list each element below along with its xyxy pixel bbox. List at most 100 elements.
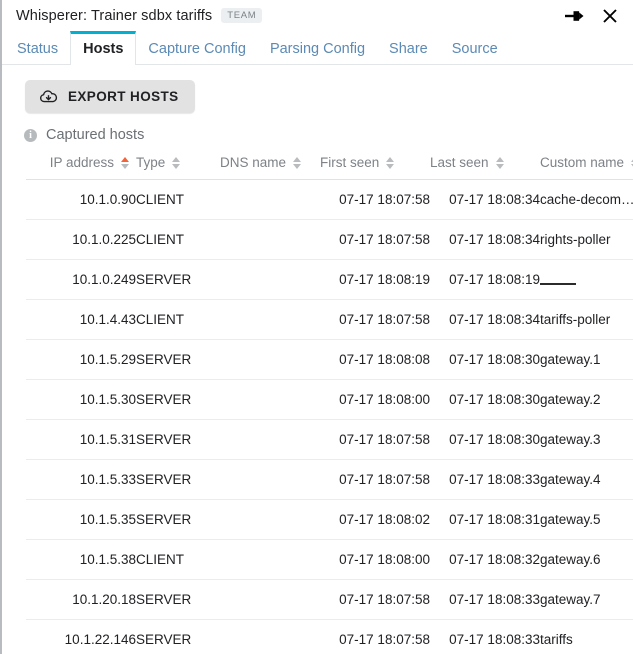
cell-ip-address: 10.1.0.249: [26, 259, 136, 300]
cell-first-seen: 07-17 18:07:58: [320, 619, 430, 654]
cell-first-seen: 07-17 18:08:08: [320, 339, 430, 380]
cell-custom-name[interactable]: gateway.5: [540, 499, 633, 540]
cell-custom-name[interactable]: tariffs: [540, 619, 633, 654]
column-label: First seen: [320, 155, 380, 170]
cell-ip-address: 10.1.0.90: [26, 179, 136, 220]
window-title: Whisperer: Trainer sdbx tariffs: [16, 7, 213, 24]
export-hosts-button[interactable]: EXPORT HOSTS: [25, 80, 195, 113]
column-header-first-seen[interactable]: First seen: [320, 155, 430, 180]
table-row[interactable]: 10.1.5.33 SERVER 07-17 18:07:58 07-17 18:08…: [26, 459, 633, 500]
cell-dns-name: [220, 539, 320, 580]
pin-icon[interactable]: [559, 2, 589, 30]
cell-last-seen: 07-17 18:08:34: [430, 299, 540, 340]
table-row[interactable]: 10.1.5.29 SERVER 07-17 18:08:08 07-17 18:08…: [26, 339, 633, 380]
column-label: Last seen: [430, 155, 489, 170]
cell-type: CLIENT: [136, 299, 220, 340]
column-header-custom-name[interactable]: Custom name: [540, 155, 633, 180]
sort-icon-first-seen[interactable]: [386, 156, 395, 169]
tab-source[interactable]: Source: [440, 31, 510, 64]
sort-icon-type[interactable]: [172, 156, 181, 169]
cell-dns-name: [220, 379, 320, 420]
title-bar: Whisperer: Trainer sdbx tariffs TEAM: [2, 0, 633, 31]
table-row[interactable]: 10.1.5.35 SERVER 07-17 18:08:02 07-17 18:08…: [26, 499, 633, 540]
hosts-table-body: 10.1.0.90 CLIENT 07-17 18:07:58 07-17 18:08…: [26, 179, 633, 654]
hosts-table-head: IP address Type DNS name First seen Last…: [26, 155, 633, 180]
cell-custom-name[interactable]: gateway.6: [540, 539, 633, 580]
cell-type: CLIENT: [136, 219, 220, 260]
cell-dns-name: [220, 459, 320, 500]
cell-last-seen: 07-17 18:08:19: [430, 259, 540, 300]
column-header-type[interactable]: Type: [136, 155, 220, 180]
column-header-last-seen[interactable]: Last seen: [430, 155, 540, 180]
hosts-table-container: IP address Type DNS name First seen Last…: [26, 155, 633, 654]
cell-dns-name: [220, 579, 320, 620]
info-icon[interactable]: i: [24, 128, 37, 142]
cell-custom-name[interactable]: gateway.2: [540, 379, 633, 420]
cell-ip-address: 10.1.5.29: [26, 339, 136, 380]
table-row[interactable]: 10.1.0.90 CLIENT 07-17 18:07:58 07-17 18:08…: [26, 179, 633, 220]
tab-label: Hosts: [83, 41, 124, 57]
cell-first-seen: 07-17 18:07:58: [320, 579, 430, 620]
sort-icon-dns-name[interactable]: [293, 156, 302, 169]
empty-custom-name-placeholder[interactable]: [540, 275, 576, 286]
table-row[interactable]: 10.1.22.146 SERVER 07-17 18:07:58 07-17 18:…: [26, 619, 633, 654]
cell-custom-name[interactable]: rights-poller: [540, 219, 633, 260]
cell-last-seen: 07-17 18:08:34: [430, 219, 540, 260]
table-row[interactable]: 10.1.5.38 CLIENT 07-17 18:08:00 07-17 18:08…: [26, 539, 633, 580]
cell-first-seen: 07-17 18:08:02: [320, 499, 430, 540]
cell-type: SERVER: [136, 259, 220, 300]
cell-first-seen: 07-17 18:07:58: [320, 219, 430, 260]
cell-ip-address: 10.1.5.38: [26, 539, 136, 580]
cell-last-seen: 07-17 18:08:30: [430, 339, 540, 380]
cell-last-seen: 07-17 18:08:33: [430, 579, 540, 620]
cell-custom-name[interactable]: gateway.4: [540, 459, 633, 500]
tab-capture-config[interactable]: Capture Config: [136, 31, 258, 64]
table-row[interactable]: 10.1.4.43 CLIENT 07-17 18:07:58 07-17 18:08…: [26, 299, 633, 340]
cell-type: SERVER: [136, 339, 220, 380]
table-row[interactable]: 10.1.20.18 SERVER 07-17 18:07:58 07-17 18:0…: [26, 579, 633, 620]
cell-last-seen: 07-17 18:08:32: [430, 539, 540, 580]
cell-custom-name[interactable]: cache-decomissio…: [540, 179, 633, 220]
cell-first-seen: 07-17 18:07:58: [320, 459, 430, 500]
cell-dns-name: [220, 499, 320, 540]
table-header-row: IP address Type DNS name First seen Last…: [26, 155, 633, 180]
tab-parsing-config[interactable]: Parsing Config: [258, 31, 377, 64]
cell-type: SERVER: [136, 619, 220, 654]
tab-label: Parsing Config: [269, 41, 366, 57]
cell-type: CLIENT: [136, 539, 220, 580]
cell-ip-address: 10.1.4.43: [26, 299, 136, 340]
cell-ip-address: 10.1.20.18: [26, 579, 136, 620]
cell-ip-address: 10.1.0.225: [26, 219, 136, 260]
cell-custom-name[interactable]: [540, 259, 633, 300]
cell-dns-name: [220, 219, 320, 260]
cell-dns-name: [220, 299, 320, 340]
table-row[interactable]: 10.1.0.249 SERVER 07-17 18:08:19 07-17 18:0…: [26, 259, 633, 300]
cell-type: SERVER: [136, 419, 220, 460]
tab-status[interactable]: Status: [5, 31, 70, 64]
cell-last-seen: 07-17 18:08:33: [430, 619, 540, 654]
cell-first-seen: 07-17 18:07:58: [320, 179, 430, 220]
cell-custom-name[interactable]: gateway.7: [540, 579, 633, 620]
cell-ip-address: 10.1.5.31: [26, 419, 136, 460]
table-row[interactable]: 10.1.0.225 CLIENT 07-17 18:07:58 07-17 18:0…: [26, 219, 633, 260]
table-row[interactable]: 10.1.5.31 SERVER 07-17 18:07:58 07-17 18:08…: [26, 419, 633, 460]
close-icon[interactable]: [595, 2, 625, 30]
cell-custom-name[interactable]: tariffs-poller: [540, 299, 633, 340]
tab-label: Capture Config: [148, 41, 246, 57]
cell-first-seen: 07-17 18:08:00: [320, 539, 430, 580]
column-header-dns-name[interactable]: DNS name: [220, 155, 320, 180]
table-row[interactable]: 10.1.5.30 SERVER 07-17 18:08:00 07-17 18:08…: [26, 379, 633, 420]
column-label: DNS name: [220, 155, 287, 170]
export-hosts-label: EXPORT HOSTS: [68, 89, 179, 104]
captured-hosts-label: Captured hosts: [46, 127, 145, 143]
tab-share[interactable]: Share: [377, 31, 440, 64]
cell-custom-name[interactable]: gateway.3: [540, 419, 633, 460]
cloud-download-icon: [39, 89, 58, 104]
cell-custom-name[interactable]: gateway.1: [540, 339, 633, 380]
tab-hosts[interactable]: Hosts: [70, 31, 137, 65]
sort-icon-ip-address[interactable]: [121, 156, 129, 169]
sort-icon-last-seen[interactable]: [495, 156, 504, 169]
column-header-ip-address[interactable]: IP address: [26, 155, 136, 180]
hosts-table: IP address Type DNS name First seen Last…: [26, 155, 633, 654]
cell-last-seen: 07-17 18:08:30: [430, 419, 540, 460]
